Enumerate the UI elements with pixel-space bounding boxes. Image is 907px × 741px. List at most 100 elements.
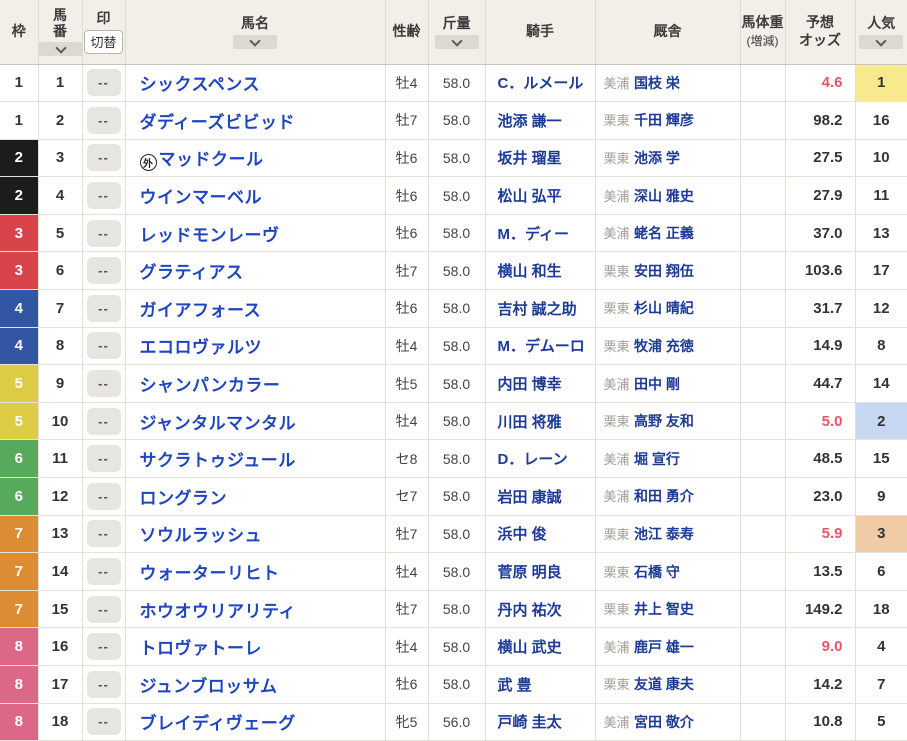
trainer-link[interactable]: 石橋 守 xyxy=(634,564,680,580)
weight-cell: 58.0 xyxy=(428,515,486,554)
table-row: 7 13 -- ソウルラッシュ 牡7 58.0 浜中 俊 栗東 池江 泰寿 5.… xyxy=(0,515,907,554)
frame-number-badge: 3 xyxy=(0,252,37,289)
horse-name-link[interactable]: ホウオウリアリティ xyxy=(140,602,296,621)
chevron-down-icon xyxy=(875,35,887,47)
horse-name-link[interactable]: ソウルラッシュ xyxy=(140,526,263,545)
trainer-link[interactable]: 牧浦 充徳 xyxy=(634,338,694,354)
trainer-link[interactable]: 堀 宣行 xyxy=(634,451,680,467)
horse-name-link[interactable]: レッドモンレーヴ xyxy=(140,226,280,245)
trainer-link[interactable]: 宮田 敬介 xyxy=(634,714,694,730)
trainer-link[interactable]: 高野 友和 xyxy=(634,413,694,429)
col-header-sex-age-label: 性齢 xyxy=(392,23,421,39)
table-row: 2 3 -- 外マッドクール 牡6 58.0 坂井 瑠星 栗東 池添 学 27.… xyxy=(0,139,907,178)
jockey-link[interactable]: M．デムーロ xyxy=(498,338,585,355)
horse-name-link[interactable]: ガイアフォース xyxy=(140,301,262,320)
mark-switch-button[interactable]: 切替 xyxy=(84,30,123,54)
jockey-link[interactable]: 浜中 俊 xyxy=(498,526,547,543)
sex-age-cell: 牡6 xyxy=(385,214,429,253)
horse-number-cell: 1 xyxy=(38,64,83,103)
col-header-stable-label: 厩舎 xyxy=(653,23,682,39)
horse-name-link[interactable]: ジュンブロッサム xyxy=(140,677,278,696)
weight-cell: 58.0 xyxy=(428,139,486,178)
jockey-link[interactable]: 菅原 明良 xyxy=(498,564,562,581)
sort-popularity-button[interactable] xyxy=(859,35,904,49)
horse-name-link[interactable]: ブレイディヴェーグ xyxy=(140,714,296,733)
popularity-cell: 12 xyxy=(855,289,907,328)
horse-name-link[interactable]: ダディーズビビッド xyxy=(140,113,295,132)
mark-toggle-button[interactable]: -- xyxy=(86,445,121,473)
jockey-link[interactable]: 内田 博幸 xyxy=(498,376,562,393)
mark-toggle-button[interactable]: -- xyxy=(86,219,121,247)
mark-toggle-button[interactable]: -- xyxy=(86,708,121,736)
horse-name-link[interactable]: エコロヴァルツ xyxy=(140,338,263,357)
trainer-link[interactable]: 蛯名 正義 xyxy=(634,225,694,241)
sort-weight-button[interactable] xyxy=(434,35,479,49)
jockey-link[interactable]: C．ルメール xyxy=(498,75,584,92)
weight-cell: 58.0 xyxy=(428,64,486,103)
mark-toggle-button[interactable]: -- xyxy=(86,482,121,510)
jockey-link[interactable]: D．レーン xyxy=(498,451,568,468)
trainer-link[interactable]: 安田 翔伍 xyxy=(634,263,694,279)
mark-toggle-button[interactable]: -- xyxy=(86,670,121,698)
horse-name-link[interactable]: マッドクール xyxy=(159,150,264,169)
horse-name-link[interactable]: ウォーターリヒト xyxy=(140,564,280,583)
odds-cell: 5.0 xyxy=(785,402,856,441)
trainer-link[interactable]: 井上 智史 xyxy=(634,601,694,617)
mark-toggle-button[interactable]: -- xyxy=(86,595,121,623)
odds-cell: 44.7 xyxy=(785,364,856,403)
trainer-link[interactable]: 友道 康夫 xyxy=(634,676,694,692)
jockey-link[interactable]: 武 豊 xyxy=(498,677,532,694)
jockey-link[interactable]: 横山 武史 xyxy=(498,639,562,656)
jockey-link[interactable]: 丹内 祐次 xyxy=(498,602,562,619)
horse-name-link[interactable]: トロヴァトーレ xyxy=(140,639,263,658)
body-weight-cell xyxy=(740,665,786,704)
horse-name-link[interactable]: サクラトゥジュール xyxy=(140,451,296,470)
mark-toggle-button[interactable]: -- xyxy=(86,370,121,398)
trainer-link[interactable]: 池江 泰寿 xyxy=(634,526,694,542)
popularity-cell: 11 xyxy=(855,176,907,215)
jockey-link[interactable]: 坂井 瑠星 xyxy=(498,150,562,167)
trainer-link[interactable]: 鹿戸 雄一 xyxy=(634,639,694,655)
horse-name-link[interactable]: ロングラン xyxy=(140,489,228,508)
jockey-link[interactable]: 戸崎 圭太 xyxy=(498,714,562,731)
trainer-link[interactable]: 千田 輝彦 xyxy=(634,112,694,128)
horse-name-link[interactable]: グラティアス xyxy=(140,263,244,282)
mark-toggle-button[interactable]: -- xyxy=(86,257,121,285)
stable-region-label: 美浦 xyxy=(603,489,630,505)
weight-cell: 58.0 xyxy=(428,552,486,591)
jockey-link[interactable]: 吉村 誠之助 xyxy=(498,301,577,318)
table-row: 7 15 -- ホウオウリアリティ 牡7 58.0 丹内 祐次 栗東 井上 智史… xyxy=(0,590,907,629)
frame-number-badge: 7 xyxy=(0,590,37,627)
sort-horse-name-button[interactable] xyxy=(233,35,277,49)
mark-toggle-button[interactable]: -- xyxy=(86,294,121,322)
mark-toggle-button[interactable]: -- xyxy=(86,520,121,548)
mark-toggle-button[interactable]: -- xyxy=(86,558,121,586)
jockey-link[interactable]: 横山 和生 xyxy=(498,263,562,280)
mark-toggle-button[interactable]: -- xyxy=(86,182,121,210)
mark-toggle-button[interactable]: -- xyxy=(86,144,121,172)
mark-toggle-button[interactable]: -- xyxy=(86,106,121,134)
trainer-link[interactable]: 深山 雅史 xyxy=(634,188,694,204)
trainer-link[interactable]: 杉山 晴紀 xyxy=(634,300,694,316)
mark-toggle-button[interactable]: -- xyxy=(86,407,121,435)
jockey-link[interactable]: 岩田 康誠 xyxy=(498,489,562,506)
horse-name-link[interactable]: ウインマーベル xyxy=(140,188,263,207)
mark-toggle-button[interactable]: -- xyxy=(86,332,121,360)
jockey-link[interactable]: M．ディー xyxy=(498,226,569,243)
horse-name-link[interactable]: シックスペンス xyxy=(140,75,260,94)
col-header-jockey: 騎手 xyxy=(485,0,596,65)
trainer-link[interactable]: 池添 学 xyxy=(634,150,680,166)
mark-toggle-button[interactable]: -- xyxy=(86,69,121,97)
stable-region-label: 栗東 xyxy=(603,263,630,279)
horse-name-link[interactable]: ジャンタルマンタル xyxy=(140,414,297,433)
sort-horse-number-button[interactable] xyxy=(38,42,81,57)
trainer-link[interactable]: 国枝 栄 xyxy=(634,75,680,91)
jockey-link[interactable]: 川田 将雅 xyxy=(498,414,562,431)
jockey-link[interactable]: 池添 謙一 xyxy=(498,113,562,130)
trainer-link[interactable]: 和田 勇介 xyxy=(634,488,694,504)
mark-toggle-button[interactable]: -- xyxy=(86,633,121,661)
horse-name-link[interactable]: シャンパンカラー xyxy=(140,376,281,395)
trainer-link[interactable]: 田中 剛 xyxy=(634,376,680,392)
jockey-link[interactable]: 松山 弘平 xyxy=(498,188,562,205)
popularity-cell: 8 xyxy=(855,327,907,366)
